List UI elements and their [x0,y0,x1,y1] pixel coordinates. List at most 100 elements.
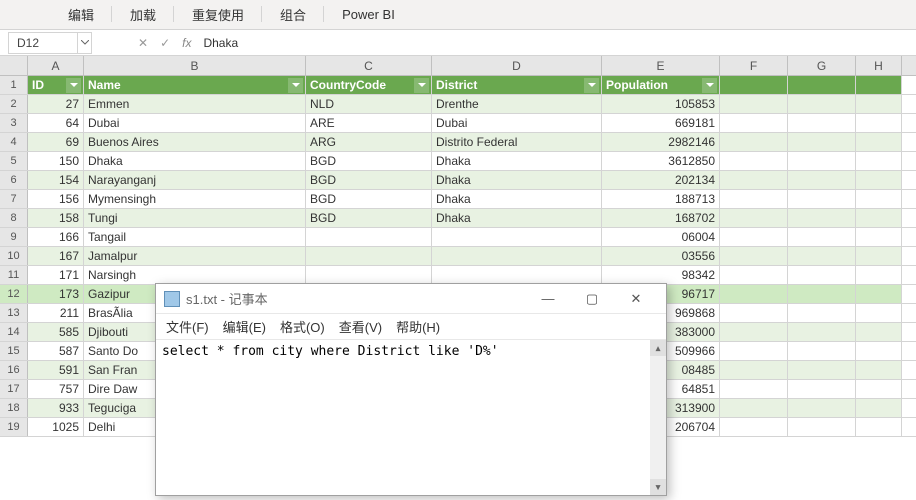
cell[interactable]: 188713 [602,190,720,208]
col-header-G[interactable]: G [788,56,856,75]
cell[interactable]: NLD [306,95,432,113]
cell[interactable] [856,247,902,265]
cell[interactable] [856,285,902,303]
filter-icon[interactable] [584,78,599,93]
scroll-up-icon[interactable]: ▴ [650,340,666,356]
close-icon[interactable]: ✕ [614,285,658,313]
cell[interactable] [856,190,902,208]
row-header[interactable]: 13 [0,304,28,322]
cell[interactable]: 06004 [602,228,720,246]
cell[interactable] [720,266,788,284]
row-header[interactable]: 14 [0,323,28,341]
cell[interactable] [856,399,902,417]
row-header[interactable]: 6 [0,171,28,189]
cell[interactable]: Dubai [432,114,602,132]
cell[interactable]: Dhaka [432,152,602,170]
cell[interactable]: 757 [28,380,84,398]
cell[interactable] [856,209,902,227]
cell[interactable] [788,266,856,284]
cell[interactable]: Dhaka [432,171,602,189]
ribbon-combine[interactable]: 组合 [262,0,324,29]
menu-help[interactable]: 帮助(H) [390,315,446,338]
cell[interactable]: Dhaka [84,152,306,170]
row-header[interactable]: 11 [0,266,28,284]
cell[interactable] [788,323,856,341]
cell[interactable]: ARG [306,133,432,151]
cell[interactable] [788,133,856,151]
formula-cancel-icon[interactable]: ✕ [132,36,154,50]
cell[interactable] [856,152,902,170]
cell[interactable] [788,171,856,189]
cell[interactable] [856,304,902,322]
cell[interactable] [856,418,902,436]
cell[interactable] [720,76,788,94]
row-header[interactable]: 12 [0,285,28,303]
cell[interactable] [788,114,856,132]
ribbon-powerbi[interactable]: Power BI [324,2,413,27]
cell[interactable]: BGD [306,171,432,189]
cell[interactable]: 933 [28,399,84,417]
cell[interactable]: 64 [28,114,84,132]
cell[interactable]: 167 [28,247,84,265]
cell[interactable] [720,190,788,208]
cell[interactable]: 1025 [28,418,84,436]
cell[interactable] [720,399,788,417]
cell[interactable] [720,247,788,265]
cell[interactable] [856,76,902,94]
cell[interactable] [788,95,856,113]
row-header[interactable]: 10 [0,247,28,265]
filter-icon[interactable] [288,78,303,93]
cell[interactable]: ARE [306,114,432,132]
cell[interactable] [432,266,602,284]
cell[interactable]: 587 [28,342,84,360]
cell[interactable] [720,152,788,170]
cell[interactable] [720,209,788,227]
cell[interactable]: Tangail [84,228,306,246]
cell[interactable] [720,418,788,436]
cell[interactable] [788,418,856,436]
cell[interactable] [856,266,902,284]
row-header[interactable]: 7 [0,190,28,208]
filter-icon[interactable] [414,78,429,93]
cell[interactable] [788,285,856,303]
cell[interactable] [720,342,788,360]
cell[interactable] [720,304,788,322]
cell[interactable] [432,247,602,265]
select-all-triangle[interactable] [0,56,28,75]
cell[interactable]: Mymensingh [84,190,306,208]
cell[interactable]: 211 [28,304,84,322]
notepad-titlebar[interactable]: s1.txt - 记事本 — ▢ ✕ [156,284,666,314]
cell[interactable]: Emmen [84,95,306,113]
cell[interactable]: 202134 [602,171,720,189]
cell[interactable]: Dhaka [432,209,602,227]
row-header[interactable]: 3 [0,114,28,132]
row-header[interactable]: 17 [0,380,28,398]
cell[interactable] [720,380,788,398]
col-header-B[interactable]: B [84,56,306,75]
name-box-dropdown-icon[interactable] [78,32,92,54]
cell[interactable]: 166 [28,228,84,246]
cell[interactable]: BGD [306,152,432,170]
filter-icon[interactable] [702,78,717,93]
cell[interactable]: Narayanganj [84,171,306,189]
cell[interactable]: Narsingh [84,266,306,284]
col-header-F[interactable]: F [720,56,788,75]
cell[interactable] [788,152,856,170]
cell[interactable]: 171 [28,266,84,284]
cell[interactable] [720,133,788,151]
cell[interactable]: Distrito Federal [432,133,602,151]
ribbon-load[interactable]: 加载 [112,0,174,29]
cell[interactable] [788,247,856,265]
row-header[interactable]: 9 [0,228,28,246]
cell[interactable]: 2982146 [602,133,720,151]
cell[interactable]: BGD [306,209,432,227]
cell[interactable]: 156 [28,190,84,208]
cell[interactable] [856,95,902,113]
scrollbar-vertical[interactable]: ▴ ▾ [650,340,666,495]
cell[interactable] [306,228,432,246]
cell[interactable] [788,190,856,208]
th-id[interactable]: ID [28,76,84,94]
cell[interactable]: 3612850 [602,152,720,170]
cell[interactable]: 168702 [602,209,720,227]
row-header[interactable]: 2 [0,95,28,113]
